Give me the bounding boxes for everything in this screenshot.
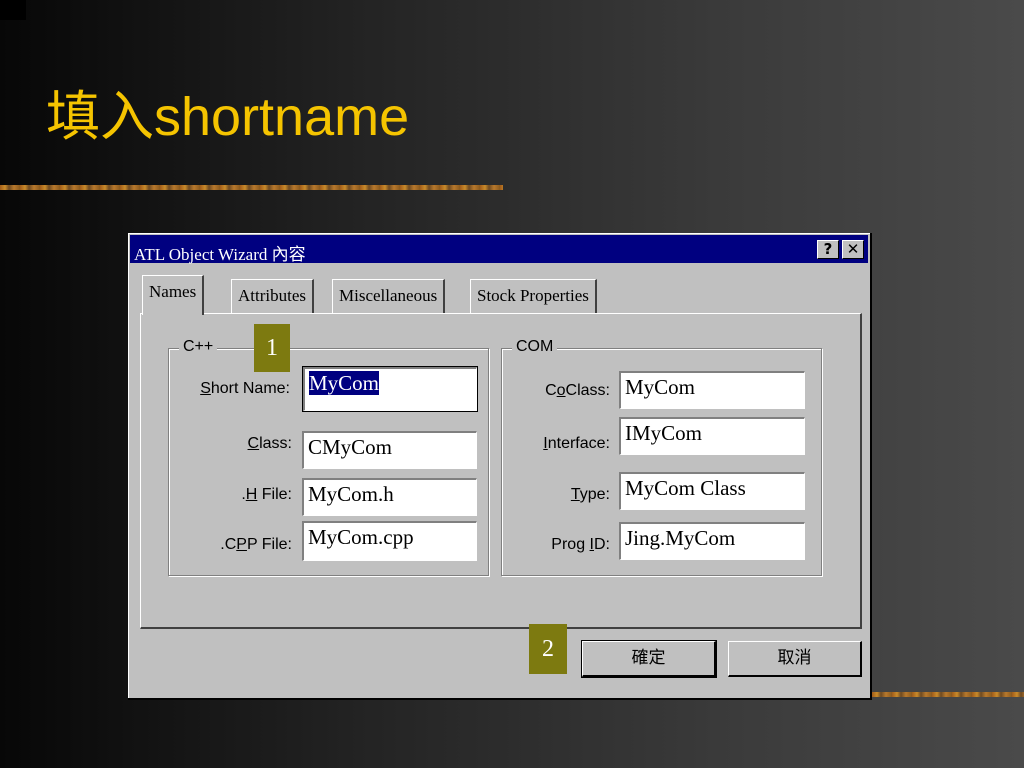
short-name-label: Short Name: bbox=[200, 380, 290, 397]
com-group-legend: COM bbox=[512, 338, 558, 356]
bottom-divider-rule bbox=[872, 692, 1024, 697]
tab-attributes-label: Attributes bbox=[238, 286, 306, 305]
cancel-button[interactable]: 取消 bbox=[728, 641, 862, 677]
interface-label: Interface: bbox=[543, 435, 610, 452]
cpp-file-field[interactable]: MyCom.cpp bbox=[302, 521, 477, 561]
cpp-group: C++ Short Name: MyCom Class: CMyCom .H F… bbox=[168, 338, 489, 576]
cpp-file-value: MyCom.cpp bbox=[308, 525, 414, 549]
cpp-file-label: .CPP File: bbox=[220, 536, 292, 553]
interface-value: IMyCom bbox=[625, 421, 703, 445]
prog-id-field[interactable]: Jing.MyCom bbox=[619, 522, 805, 560]
tab-miscellaneous-label: Miscellaneous bbox=[339, 286, 438, 305]
step-1-badge: 1 bbox=[254, 324, 290, 372]
type-value: MyCom Class bbox=[625, 476, 746, 500]
tab-miscellaneous[interactable]: Miscellaneous bbox=[332, 279, 446, 313]
close-icon: ✕ bbox=[846, 240, 860, 258]
type-label: Type: bbox=[570, 486, 610, 503]
atl-object-wizard-dialog: ATL Object Wizard 內容 ? ✕ Names Attribute… bbox=[128, 233, 872, 700]
prog-id-label: Prog ID: bbox=[551, 536, 610, 553]
help-button[interactable]: ? bbox=[817, 240, 839, 259]
title-divider-rule bbox=[0, 185, 503, 190]
dialog-title: ATL Object Wizard 內容 bbox=[134, 245, 306, 264]
step-2-badge: 2 bbox=[529, 624, 567, 674]
class-value: CMyCom bbox=[308, 435, 393, 459]
prog-id-value: Jing.MyCom bbox=[625, 526, 736, 550]
h-file-field[interactable]: MyCom.h bbox=[302, 478, 477, 516]
class-label: Class: bbox=[247, 435, 292, 452]
tab-attributes[interactable]: Attributes bbox=[231, 279, 314, 313]
tab-stock-properties-label: Stock Properties bbox=[477, 286, 589, 305]
tab-stock-properties[interactable]: Stock Properties bbox=[470, 279, 597, 313]
cpp-group-legend: C++ bbox=[179, 338, 218, 356]
coclass-value: MyCom bbox=[625, 375, 696, 399]
h-file-label: .H File: bbox=[241, 486, 292, 503]
slide-corner-mark bbox=[0, 0, 26, 20]
ok-button[interactable]: 確定 bbox=[581, 640, 717, 678]
tab-names[interactable]: Names bbox=[142, 275, 205, 315]
coclass-label: CoClass: bbox=[545, 382, 610, 399]
interface-field[interactable]: IMyCom bbox=[619, 417, 805, 455]
class-field[interactable]: CMyCom bbox=[302, 431, 477, 469]
slide-title: 填入shortname bbox=[46, 87, 410, 147]
coclass-field[interactable]: MyCom bbox=[619, 371, 805, 409]
tab-names-label: Names bbox=[149, 282, 197, 301]
dialog-titlebar: ATL Object Wizard 內容 ? ✕ bbox=[130, 235, 868, 264]
names-tab-pane: C++ Short Name: MyCom Class: CMyCom .H F… bbox=[140, 313, 862, 629]
short-name-value: MyCom bbox=[309, 371, 380, 395]
com-group: COM CoClass: MyCom Interface: IMyCom Typ… bbox=[501, 338, 822, 576]
close-button[interactable]: ✕ bbox=[842, 240, 864, 259]
h-file-value: MyCom.h bbox=[308, 482, 394, 506]
short-name-field[interactable]: MyCom bbox=[302, 366, 478, 412]
type-field[interactable]: MyCom Class bbox=[619, 472, 805, 510]
